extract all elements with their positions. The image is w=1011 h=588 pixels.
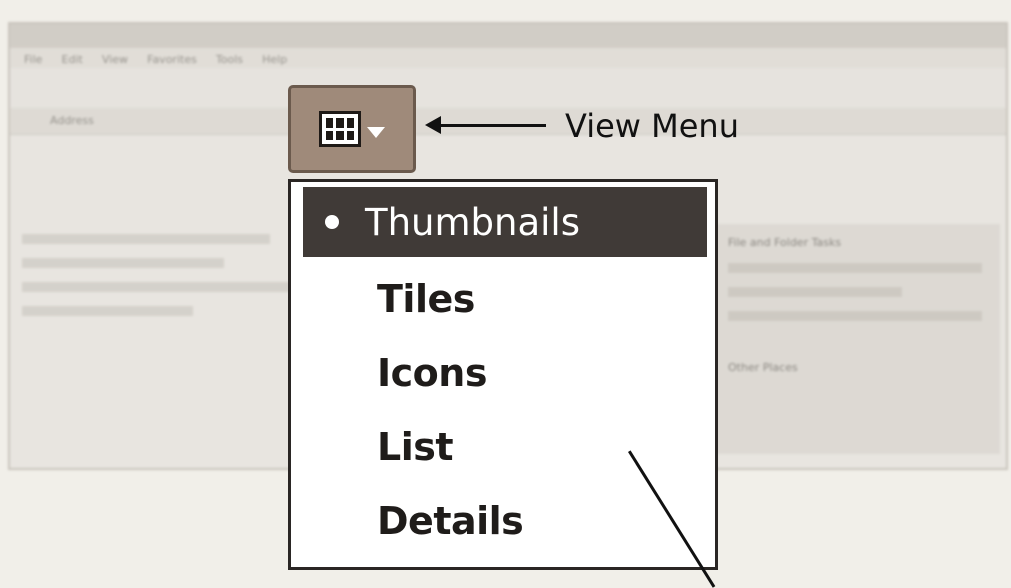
background-left-content <box>22 220 332 470</box>
menu-item-thumbnails[interactable]: Thumbnails <box>303 187 707 257</box>
background-toolbar <box>10 68 1006 109</box>
bg-menu-help: Help <box>262 53 288 66</box>
bg-menu-edit: Edit <box>61 53 83 66</box>
menu-item-tiles[interactable]: Tiles <box>303 264 707 334</box>
menu-item-details[interactable]: Details <box>303 486 707 556</box>
menu-item-list[interactable]: List <box>303 412 707 482</box>
grid-thumbnails-icon <box>319 111 361 147</box>
bg-menu-favorites: Favorites <box>147 53 197 66</box>
menu-item-label: Details <box>377 499 524 543</box>
background-menu-bar: File Edit View Favorites Tools Help <box>10 48 1006 68</box>
background-task-pane: File and Folder Tasks Other Places <box>710 224 1000 454</box>
bg-menu-file: File <box>24 53 43 66</box>
view-menu-button[interactable] <box>288 85 416 173</box>
view-menu-dropdown: Thumbnails Tiles Icons List Details <box>288 179 718 570</box>
menu-item-icons[interactable]: Icons <box>303 338 707 408</box>
menu-item-label: List <box>377 425 454 469</box>
background-title-bar <box>10 24 1006 48</box>
background-address-bar: Address <box>10 108 1006 135</box>
menu-item-label: Icons <box>377 351 487 395</box>
bg-menu-tools: Tools <box>215 53 244 66</box>
radio-dot-icon <box>325 215 339 229</box>
annotation-arrow-line <box>437 124 546 127</box>
bg-address-label: Address <box>50 114 94 127</box>
menu-item-label: Thumbnails <box>365 200 580 244</box>
bg-pane-heading: File and Folder Tasks <box>728 236 842 249</box>
bg-other-places: Other Places <box>728 361 798 374</box>
chevron-down-icon <box>367 126 385 138</box>
bg-menu-view: View <box>101 53 129 66</box>
annotation-label: View Menu <box>565 107 739 145</box>
menu-item-label: Tiles <box>377 277 475 321</box>
